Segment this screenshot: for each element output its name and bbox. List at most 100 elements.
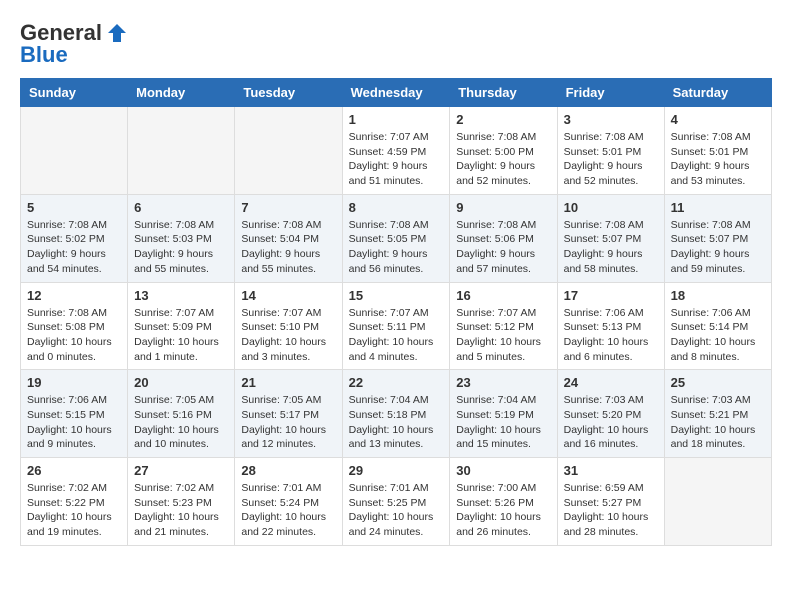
day-number: 1 bbox=[349, 112, 444, 127]
calendar-day-cell: 27 Sunrise: 7:02 AMSunset: 5:23 PMDayligh… bbox=[128, 458, 235, 546]
calendar-day-cell: 26 Sunrise: 7:02 AMSunset: 5:22 PMDayligh… bbox=[21, 458, 128, 546]
calendar-empty-cell bbox=[128, 107, 235, 195]
calendar-day-cell: 3 Sunrise: 7:08 AMSunset: 5:01 PMDaylight… bbox=[557, 107, 664, 195]
day-number: 13 bbox=[134, 288, 228, 303]
day-info: Sunrise: 7:07 AMSunset: 5:12 PMDaylight:… bbox=[456, 306, 550, 365]
day-info: Sunrise: 7:08 AMSunset: 5:01 PMDaylight:… bbox=[671, 130, 765, 189]
calendar-empty-cell bbox=[21, 107, 128, 195]
day-number: 4 bbox=[671, 112, 765, 127]
day-number: 25 bbox=[671, 375, 765, 390]
day-number: 14 bbox=[241, 288, 335, 303]
calendar-week-row: 12 Sunrise: 7:08 AMSunset: 5:08 PMDayligh… bbox=[21, 282, 772, 370]
day-info: Sunrise: 7:04 AMSunset: 5:18 PMDaylight:… bbox=[349, 393, 444, 452]
day-number: 9 bbox=[456, 200, 550, 215]
calendar-day-cell: 5Sunrise: 7:08 AMSunset: 5:02 PMDaylight… bbox=[21, 194, 128, 282]
calendar-day-cell: 15Sunrise: 7:07 AMSunset: 5:11 PMDayligh… bbox=[342, 282, 450, 370]
day-number: 26 bbox=[27, 463, 121, 478]
calendar-day-cell: 24Sunrise: 7:03 AMSunset: 5:20 PMDayligh… bbox=[557, 370, 664, 458]
logo-blue-text: Blue bbox=[20, 42, 68, 68]
weekday-header-cell: Friday bbox=[557, 79, 664, 107]
day-info: Sunrise: 7:08 AMSunset: 5:05 PMDaylight:… bbox=[349, 218, 444, 277]
day-info: Sunrise: 7:08 AMSunset: 5:06 PMDaylight:… bbox=[456, 218, 550, 277]
day-number: 23 bbox=[456, 375, 550, 390]
day-number: 19 bbox=[27, 375, 121, 390]
day-info: Sunrise: 7:03 AMSunset: 5:21 PMDaylight:… bbox=[671, 393, 765, 452]
calendar-day-cell: 28 Sunrise: 7:01 AMSunset: 5:24 PMDayligh… bbox=[235, 458, 342, 546]
day-number: 28 bbox=[241, 463, 335, 478]
calendar-day-cell: 2 Sunrise: 7:08 AMSunset: 5:00 PMDaylight… bbox=[450, 107, 557, 195]
day-info: Sunrise: 7:07 AMSunset: 5:11 PMDaylight:… bbox=[349, 306, 444, 365]
day-number: 20 bbox=[134, 375, 228, 390]
calendar-day-cell: 11 Sunrise: 7:08 AMSunset: 5:07 PMDayligh… bbox=[664, 194, 771, 282]
header: General Blue bbox=[20, 20, 772, 68]
day-info: Sunrise: 7:01 AMSunset: 5:24 PMDaylight:… bbox=[241, 481, 335, 540]
calendar-day-cell: 18 Sunrise: 7:06 AMSunset: 5:14 PMDayligh… bbox=[664, 282, 771, 370]
day-info: Sunrise: 7:08 AMSunset: 5:07 PMDaylight:… bbox=[671, 218, 765, 277]
day-number: 3 bbox=[564, 112, 658, 127]
day-number: 16 bbox=[456, 288, 550, 303]
day-info: Sunrise: 7:06 AMSunset: 5:14 PMDaylight:… bbox=[671, 306, 765, 365]
calendar-day-cell: 1 Sunrise: 7:07 AMSunset: 4:59 PMDaylight… bbox=[342, 107, 450, 195]
day-info: Sunrise: 7:00 AMSunset: 5:26 PMDaylight:… bbox=[456, 481, 550, 540]
day-number: 27 bbox=[134, 463, 228, 478]
day-info: Sunrise: 7:06 AMSunset: 5:15 PMDaylight:… bbox=[27, 393, 121, 452]
day-number: 31 bbox=[564, 463, 658, 478]
weekday-header-cell: Sunday bbox=[21, 79, 128, 107]
day-info: Sunrise: 7:04 AMSunset: 5:19 PMDaylight:… bbox=[456, 393, 550, 452]
calendar-day-cell: 25 Sunrise: 7:03 AMSunset: 5:21 PMDayligh… bbox=[664, 370, 771, 458]
day-info: Sunrise: 7:08 AMSunset: 5:03 PMDaylight:… bbox=[134, 218, 228, 277]
calendar-day-cell: 16 Sunrise: 7:07 AMSunset: 5:12 PMDayligh… bbox=[450, 282, 557, 370]
calendar-day-cell: 31Sunrise: 6:59 AMSunset: 5:27 PMDayligh… bbox=[557, 458, 664, 546]
calendar-day-cell: 21 Sunrise: 7:05 AMSunset: 5:17 PMDayligh… bbox=[235, 370, 342, 458]
day-info: Sunrise: 7:08 AMSunset: 5:08 PMDaylight:… bbox=[27, 306, 121, 365]
day-info: Sunrise: 7:08 AMSunset: 5:02 PMDaylight:… bbox=[27, 218, 121, 277]
logo-icon bbox=[106, 22, 128, 44]
day-number: 22 bbox=[349, 375, 444, 390]
day-number: 18 bbox=[671, 288, 765, 303]
calendar-day-cell: 12 Sunrise: 7:08 AMSunset: 5:08 PMDayligh… bbox=[21, 282, 128, 370]
calendar-week-row: 1 Sunrise: 7:07 AMSunset: 4:59 PMDaylight… bbox=[21, 107, 772, 195]
day-number: 21 bbox=[241, 375, 335, 390]
calendar-day-cell: 4 Sunrise: 7:08 AMSunset: 5:01 PMDaylight… bbox=[664, 107, 771, 195]
day-info: Sunrise: 7:02 AMSunset: 5:23 PMDaylight:… bbox=[134, 481, 228, 540]
day-info: Sunrise: 7:07 AMSunset: 5:09 PMDaylight:… bbox=[134, 306, 228, 365]
day-number: 10 bbox=[564, 200, 658, 215]
day-info: Sunrise: 7:08 AMSunset: 5:00 PMDaylight:… bbox=[456, 130, 550, 189]
day-number: 12 bbox=[27, 288, 121, 303]
weekday-header-cell: Thursday bbox=[450, 79, 557, 107]
logo: General Blue bbox=[20, 20, 128, 68]
calendar-week-row: 5Sunrise: 7:08 AMSunset: 5:02 PMDaylight… bbox=[21, 194, 772, 282]
day-number: 29 bbox=[349, 463, 444, 478]
day-info: Sunrise: 7:08 AMSunset: 5:07 PMDaylight:… bbox=[564, 218, 658, 277]
day-number: 2 bbox=[456, 112, 550, 127]
day-info: Sunrise: 7:08 AMSunset: 5:04 PMDaylight:… bbox=[241, 218, 335, 277]
calendar-day-cell: 29 Sunrise: 7:01 AMSunset: 5:25 PMDayligh… bbox=[342, 458, 450, 546]
day-info: Sunrise: 7:03 AMSunset: 5:20 PMDaylight:… bbox=[564, 393, 658, 452]
calendar-day-cell: 20 Sunrise: 7:05 AMSunset: 5:16 PMDayligh… bbox=[128, 370, 235, 458]
calendar-week-row: 19 Sunrise: 7:06 AMSunset: 5:15 PMDayligh… bbox=[21, 370, 772, 458]
day-number: 30 bbox=[456, 463, 550, 478]
calendar-day-cell: 13 Sunrise: 7:07 AMSunset: 5:09 PMDayligh… bbox=[128, 282, 235, 370]
day-info: Sunrise: 7:05 AMSunset: 5:17 PMDaylight:… bbox=[241, 393, 335, 452]
day-info: Sunrise: 7:01 AMSunset: 5:25 PMDaylight:… bbox=[349, 481, 444, 540]
calendar-day-cell: 17Sunrise: 7:06 AMSunset: 5:13 PMDayligh… bbox=[557, 282, 664, 370]
day-number: 6 bbox=[134, 200, 228, 215]
day-number: 11 bbox=[671, 200, 765, 215]
day-number: 7 bbox=[241, 200, 335, 215]
day-info: Sunrise: 7:02 AMSunset: 5:22 PMDaylight:… bbox=[27, 481, 121, 540]
calendar-day-cell: 9 Sunrise: 7:08 AMSunset: 5:06 PMDaylight… bbox=[450, 194, 557, 282]
calendar-day-cell: 23 Sunrise: 7:04 AMSunset: 5:19 PMDayligh… bbox=[450, 370, 557, 458]
weekday-header-cell: Monday bbox=[128, 79, 235, 107]
weekday-header-cell: Tuesday bbox=[235, 79, 342, 107]
day-info: Sunrise: 7:07 AMSunset: 4:59 PMDaylight:… bbox=[349, 130, 444, 189]
calendar: SundayMondayTuesdayWednesdayThursdayFrid… bbox=[20, 78, 772, 546]
calendar-empty-cell bbox=[235, 107, 342, 195]
weekday-header-cell: Wednesday bbox=[342, 79, 450, 107]
day-info: Sunrise: 7:05 AMSunset: 5:16 PMDaylight:… bbox=[134, 393, 228, 452]
calendar-day-cell: 14Sunrise: 7:07 AMSunset: 5:10 PMDayligh… bbox=[235, 282, 342, 370]
calendar-day-cell: 8Sunrise: 7:08 AMSunset: 5:05 PMDaylight… bbox=[342, 194, 450, 282]
calendar-day-cell: 10 Sunrise: 7:08 AMSunset: 5:07 PMDayligh… bbox=[557, 194, 664, 282]
calendar-day-cell: 7 Sunrise: 7:08 AMSunset: 5:04 PMDaylight… bbox=[235, 194, 342, 282]
day-info: Sunrise: 7:08 AMSunset: 5:01 PMDaylight:… bbox=[564, 130, 658, 189]
calendar-week-row: 26 Sunrise: 7:02 AMSunset: 5:22 PMDayligh… bbox=[21, 458, 772, 546]
